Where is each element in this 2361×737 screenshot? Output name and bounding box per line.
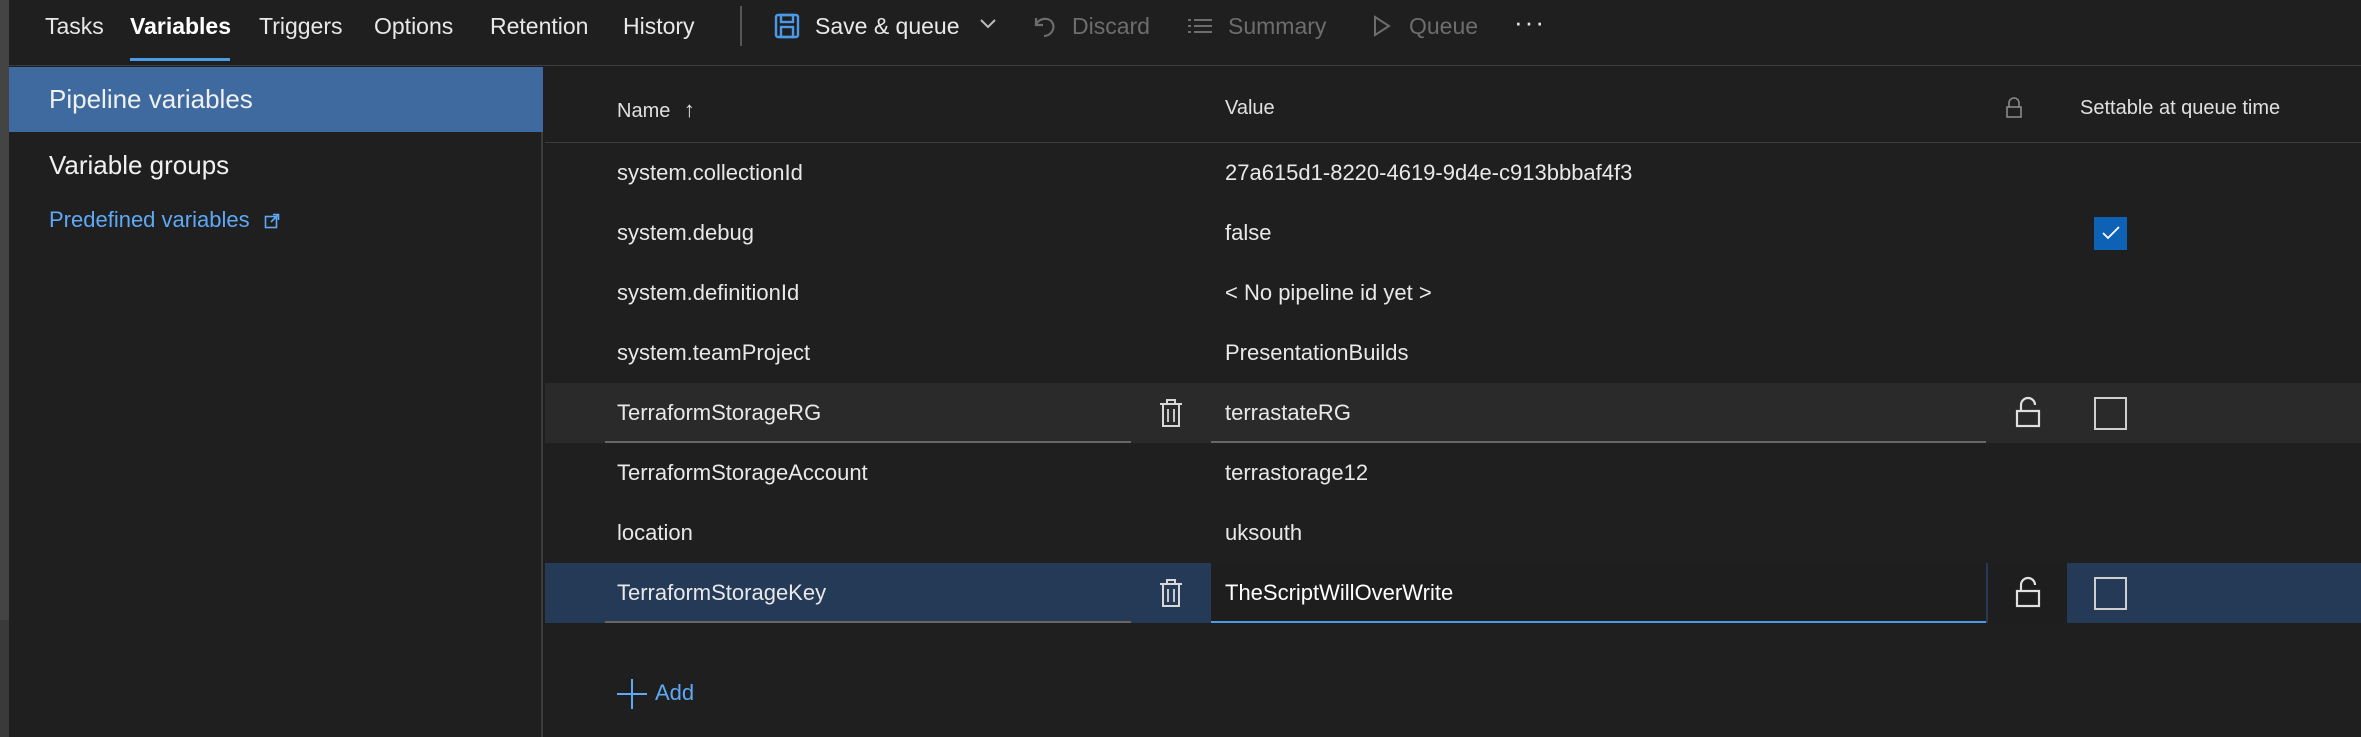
variable-value[interactable]: uksouth bbox=[1225, 503, 1302, 563]
variable-row[interactable]: system.collectionId 27a615d1-8220-4619-9… bbox=[545, 143, 2361, 203]
predefined-variables-label: Predefined variables bbox=[49, 207, 250, 232]
variable-value[interactable]: terrastateRG bbox=[1225, 383, 1351, 443]
nav-pipeline-variables[interactable]: Pipeline variables bbox=[9, 67, 543, 132]
sort-up-icon: ↑ bbox=[683, 97, 695, 122]
name-header-label: Name bbox=[617, 100, 671, 122]
list-icon bbox=[1188, 19, 1212, 33]
add-variable-button[interactable]: Add bbox=[617, 673, 694, 713]
variable-name[interactable]: TerraformStorageKey bbox=[617, 563, 826, 623]
variable-value[interactable]: PresentationBuilds bbox=[1225, 323, 1408, 383]
nav-variable-groups[interactable]: Variable groups bbox=[9, 133, 543, 198]
variable-name[interactable]: location bbox=[617, 503, 693, 563]
name-input-underline bbox=[605, 621, 1131, 623]
queue-label: Queue bbox=[1409, 13, 1479, 39]
tab-history[interactable]: History bbox=[623, 0, 695, 54]
settable-checkbox[interactable] bbox=[2094, 217, 2127, 250]
variable-name[interactable]: system.teamProject bbox=[617, 323, 810, 383]
unlock-icon[interactable] bbox=[2014, 576, 2042, 608]
variable-value[interactable]: terrastorage12 bbox=[1225, 443, 1368, 503]
variables-left-nav: Pipeline variables Variable groups Prede… bbox=[9, 67, 543, 737]
discard-button[interactable]: Discard bbox=[1030, 0, 1180, 52]
save-queue-button[interactable]: Save & queue bbox=[773, 0, 1003, 52]
variable-row-selected[interactable]: TerraformStorageKey TheScriptWillOverWri… bbox=[545, 563, 2361, 623]
summary-label: Summary bbox=[1228, 13, 1327, 39]
variable-name[interactable]: TerraformStorageRG bbox=[617, 383, 821, 443]
undo-icon bbox=[1034, 17, 1055, 38]
variable-value[interactable]: 27a615d1-8220-4619-9d4e-c913bbbaf4f3 bbox=[1225, 143, 1632, 203]
save-queue-label: Save & queue bbox=[815, 13, 960, 39]
tab-options[interactable]: Options bbox=[374, 0, 453, 54]
add-label: Add bbox=[655, 680, 695, 705]
settable-checkbox[interactable] bbox=[2094, 577, 2127, 610]
plus-icon bbox=[617, 679, 647, 710]
tab-retention[interactable]: Retention bbox=[490, 0, 588, 54]
variable-row[interactable]: system.definitionId < No pipeline id yet… bbox=[545, 263, 2361, 323]
variables-grid: Name ↑ Value Settable at queue time syst… bbox=[545, 67, 2361, 737]
variable-name[interactable]: system.definitionId bbox=[617, 263, 799, 323]
trash-icon[interactable] bbox=[1158, 578, 1184, 608]
summary-button[interactable]: Summary bbox=[1186, 0, 1336, 52]
trash-icon[interactable] bbox=[1158, 398, 1184, 428]
top-toolbar: Tasks Variables Triggers Options Retenti… bbox=[9, 0, 2361, 66]
variable-value[interactable]: TheScriptWillOverWrite bbox=[1225, 563, 1453, 623]
variable-value[interactable]: false bbox=[1225, 203, 1271, 263]
window-edge bbox=[0, 0, 9, 737]
toolbar-divider bbox=[740, 6, 742, 46]
column-header-settable: Settable at queue time bbox=[2080, 97, 2281, 119]
tab-variables[interactable]: Variables bbox=[130, 0, 231, 54]
variable-name[interactable]: TerraformStorageAccount bbox=[617, 443, 868, 503]
unlock-icon[interactable] bbox=[2014, 396, 2042, 428]
variable-row[interactable]: location uksouth bbox=[545, 503, 2361, 563]
variable-row[interactable]: system.debug false bbox=[545, 203, 2361, 263]
variable-row[interactable]: TerraformStorageAccount terrastorage12 bbox=[545, 443, 2361, 503]
variable-row[interactable]: TerraformStorageRG terrastateRG bbox=[545, 383, 2361, 443]
variable-row[interactable]: system.teamProject PresentationBuilds bbox=[545, 323, 2361, 383]
checkmark-icon bbox=[2102, 226, 2120, 240]
save-icon bbox=[774, 13, 800, 39]
queue-button[interactable]: Queue bbox=[1367, 0, 1487, 52]
more-icon[interactable]: ··· bbox=[1514, 9, 1546, 40]
play-icon bbox=[1374, 15, 1391, 37]
variable-name[interactable]: system.collectionId bbox=[617, 143, 803, 203]
discard-label: Discard bbox=[1072, 13, 1150, 39]
column-header-value: Value bbox=[1225, 97, 1275, 119]
settable-checkbox[interactable] bbox=[2094, 397, 2127, 430]
predefined-variables-link[interactable]: Predefined variables bbox=[49, 207, 280, 233]
column-header-name[interactable]: Name ↑ bbox=[617, 97, 695, 123]
tab-tasks[interactable]: Tasks bbox=[45, 0, 104, 54]
grid-header: Name ↑ Value Settable at queue time bbox=[545, 67, 2361, 143]
active-tab-indicator bbox=[130, 58, 230, 61]
external-link-icon bbox=[264, 213, 280, 229]
chevron-down-icon[interactable] bbox=[979, 18, 997, 30]
tab-triggers[interactable]: Triggers bbox=[259, 0, 343, 54]
variable-name[interactable]: system.debug bbox=[617, 203, 754, 263]
lock-icon bbox=[2006, 97, 2022, 118]
variable-value[interactable]: < No pipeline id yet > bbox=[1225, 263, 1432, 323]
